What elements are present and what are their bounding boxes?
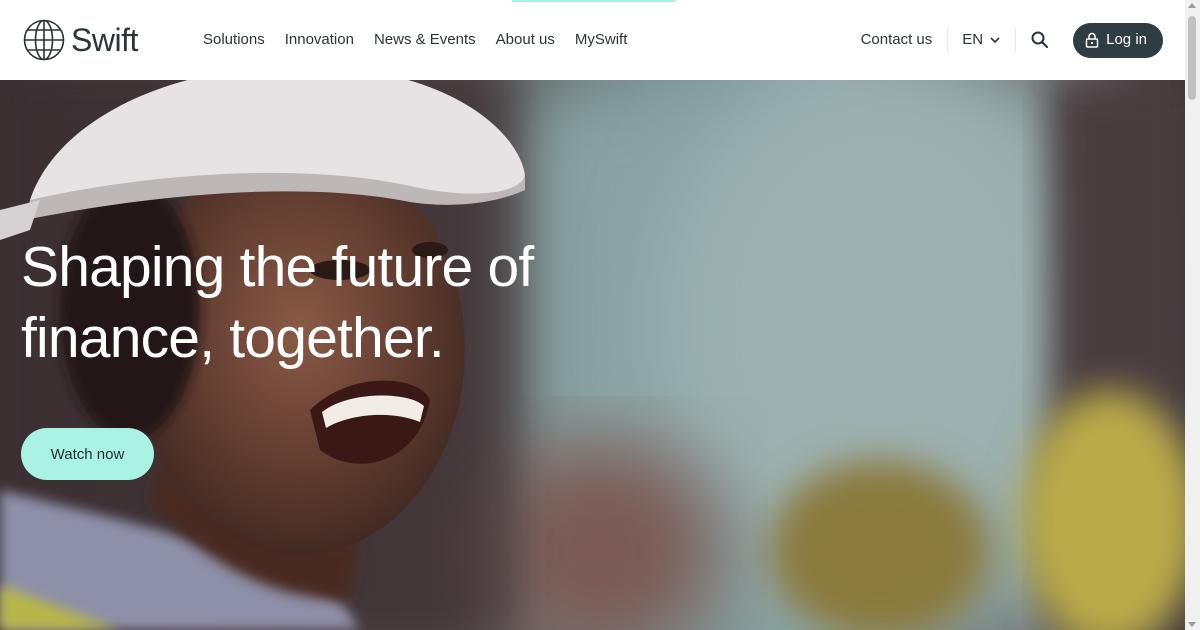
swift-logo[interactable]: Swift: [23, 19, 138, 61]
nav-news-events[interactable]: News & Events: [364, 28, 486, 52]
login-label: Log in: [1106, 31, 1147, 48]
watch-now-button[interactable]: Watch now: [21, 428, 154, 480]
scrollbar-thumb[interactable]: [1188, 16, 1196, 100]
scrollbar[interactable]: [1185, 0, 1200, 630]
nav-about-us[interactable]: About us: [486, 28, 565, 52]
lock-icon: [1085, 32, 1099, 48]
scroll-down-arrow-icon[interactable]: [1188, 622, 1196, 627]
globe-icon: [23, 19, 65, 61]
language-label: EN: [962, 31, 984, 48]
scroll-up-arrow-icon[interactable]: [1188, 3, 1196, 8]
site-header: Swift Solutions Innovation News & Events…: [0, 0, 1185, 80]
nav-solutions[interactable]: Solutions: [193, 28, 275, 52]
hero-section: Shaping the future of finance, together.…: [0, 80, 1185, 630]
search-icon[interactable]: [1030, 30, 1050, 50]
nav-innovation[interactable]: Innovation: [275, 28, 364, 52]
contact-us-link[interactable]: Contact us: [846, 28, 948, 52]
hero-title-line-1: Shaping the future of: [21, 235, 534, 299]
brand-name: Swift: [71, 22, 138, 58]
chevron-down-icon: [990, 37, 1000, 44]
divider: [1015, 28, 1017, 52]
main-nav: Solutions Innovation News & Events About…: [193, 28, 637, 52]
header-accent-strip: [512, 0, 676, 2]
utility-nav: Contact us EN Log in: [846, 20, 1163, 60]
login-button[interactable]: Log in: [1073, 22, 1163, 58]
language-selector[interactable]: EN: [948, 28, 1015, 52]
hero-title: Shaping the future of finance, together.: [21, 232, 661, 374]
hero-title-line-2: finance, together.: [21, 306, 445, 370]
nav-myswift[interactable]: MySwift: [565, 28, 638, 52]
